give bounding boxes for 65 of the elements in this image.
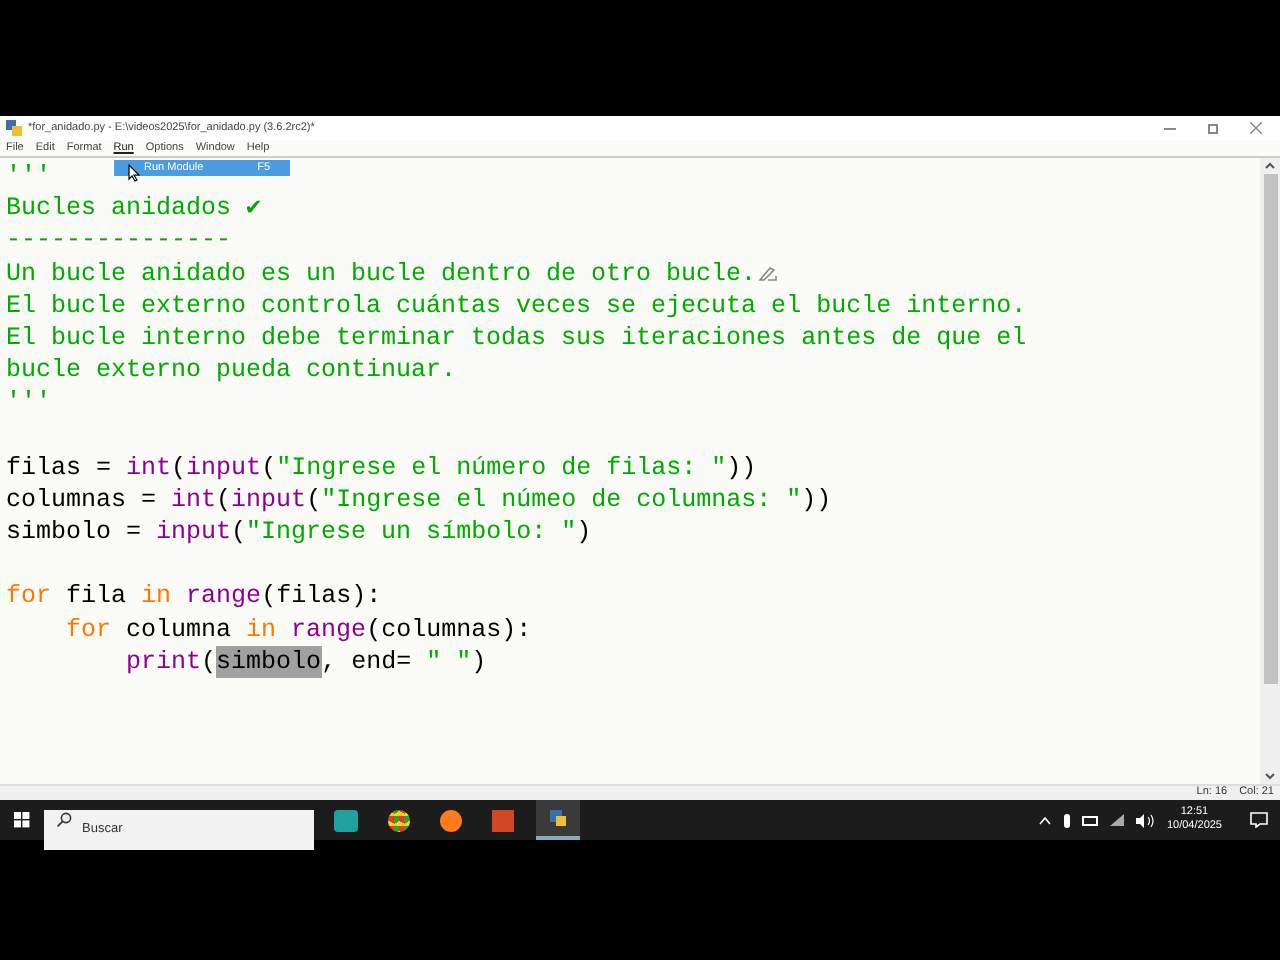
app-taskbar-icon[interactable] [334, 809, 358, 831]
code-builtin: int [126, 451, 172, 484]
minimize-icon[interactable] [1164, 127, 1176, 129]
scroll-up-icon[interactable] [1264, 158, 1276, 174]
maximize-icon[interactable] [1208, 123, 1218, 133]
code-text: )) [801, 483, 832, 517]
battery-icon[interactable] [1082, 815, 1099, 825]
chevron-up-icon[interactable] [1038, 815, 1053, 825]
code-keyword: for [64, 613, 112, 646]
code-text: (columnas): [366, 613, 532, 646]
code-string: ''' [6, 160, 52, 193]
code-string: El bucle interno debe terminar todas sus iteraciones antes de que el [6, 321, 1027, 355]
microphone-icon[interactable] [1064, 813, 1071, 827]
speaker-icon[interactable] [1136, 813, 1155, 827]
code-string: "Ingrese un símbolo: " [246, 516, 577, 549]
code-text: columnas = [6, 483, 159, 517]
code-text: , end= [321, 645, 414, 679]
network-icon[interactable] [1110, 814, 1125, 826]
scroll-down-icon[interactable] [1264, 768, 1276, 784]
close-icon[interactable] [1250, 122, 1262, 134]
code-string: "Ingrese el número de filas: " [276, 451, 727, 484]
code-builtin: input [231, 483, 307, 517]
code-string: bucle externo pueda continuar. [6, 354, 457, 387]
search-icon [56, 812, 72, 828]
browser-taskbar-icon[interactable] [440, 809, 462, 831]
code-builtin: input [186, 451, 262, 484]
code-text: ) [576, 516, 592, 549]
code-string: Bucles anidados ✔ [6, 192, 262, 225]
pencil-icon [758, 265, 779, 282]
code-text: ( [231, 516, 247, 549]
python-taskbar-icon[interactable] [536, 800, 580, 840]
code-keyword: in [141, 580, 172, 614]
code-builtin: int [171, 483, 217, 517]
code-text: ) [471, 645, 487, 679]
code-text: ( [201, 645, 217, 679]
scrollbar-thumb[interactable] [1263, 174, 1277, 684]
browser-taskbar-icon[interactable] [388, 809, 410, 831]
code-text: ( [261, 451, 277, 484]
code-string: El bucle externo controla cuántas veces se ejecuta el bucle interno. [6, 289, 1027, 322]
code-string: --------------- [6, 224, 232, 258]
mouse-cursor-icon [128, 164, 140, 182]
code-builtin: range [184, 580, 262, 614]
code-builtin: print [124, 645, 202, 679]
code-keyword: in [246, 613, 277, 646]
code-string: "Ingrese el númeo de columnas: " [321, 483, 802, 517]
code-builtin: range [289, 613, 367, 646]
code-text: ( [216, 483, 232, 517]
selected-code-text: simbolo [216, 645, 322, 679]
scrollbar[interactable] [1260, 158, 1280, 784]
code-keyword: for [6, 580, 52, 614]
code-text: (filas): [261, 580, 382, 614]
code-string: Un bucle anidado es un bucle dentro de otro bucle. [6, 257, 757, 290]
presentation-taskbar-icon[interactable] [492, 809, 514, 831]
code-string: " " [426, 645, 472, 679]
code-text: )) [726, 451, 757, 484]
code-text: filas = [6, 451, 114, 484]
code-text: ( [306, 483, 322, 517]
python-icon [6, 120, 22, 136]
code-text: fila [64, 580, 129, 614]
code-text: columna [124, 613, 234, 646]
notification-icon[interactable] [1250, 812, 1268, 828]
code-string: ''' [6, 386, 52, 420]
code-builtin: input [156, 516, 232, 549]
code-text: simbolo = [6, 516, 144, 549]
code-text: ( [171, 451, 187, 484]
